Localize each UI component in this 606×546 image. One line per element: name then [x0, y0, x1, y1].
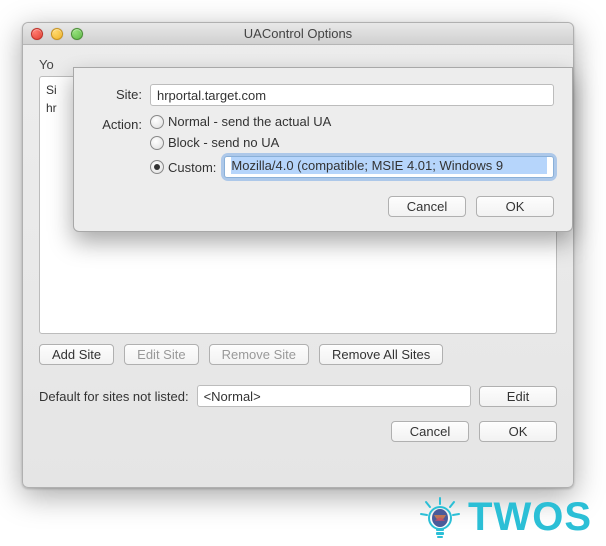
- site-dialog: Site: Action: Normal - send the actual U…: [73, 67, 573, 232]
- site-label: Site:: [92, 84, 150, 102]
- main-window: UAControl Options Yo Si hr Add Site Edit…: [22, 22, 574, 488]
- remove-site-button[interactable]: Remove Site: [209, 344, 309, 365]
- radio-custom-label[interactable]: Custom:: [168, 160, 216, 175]
- custom-ua-input[interactable]: Mozilla/4.0 (compatible; MSIE 4.01; Wind…: [224, 156, 554, 178]
- radio-custom[interactable]: [150, 160, 164, 174]
- action-label: Action:: [92, 114, 150, 132]
- custom-ua-value: Mozilla/4.0 (compatible; MSIE 4.01; Wind…: [231, 157, 547, 174]
- window-title: UAControl Options: [23, 26, 573, 41]
- traffic-lights: [31, 28, 83, 40]
- main-cancel-button[interactable]: Cancel: [391, 421, 469, 442]
- lightbulb-icon: [418, 496, 462, 540]
- titlebar: UAControl Options: [23, 23, 573, 45]
- default-ua-input[interactable]: [197, 385, 471, 407]
- dialog-ok-button[interactable]: OK: [476, 196, 554, 217]
- minimize-icon[interactable]: [51, 28, 63, 40]
- edit-site-button[interactable]: Edit Site: [124, 344, 198, 365]
- main-ok-button[interactable]: OK: [479, 421, 557, 442]
- default-label: Default for sites not listed:: [39, 389, 189, 404]
- radio-block-label[interactable]: Block - send no UA: [168, 135, 279, 150]
- dialog-cancel-button[interactable]: Cancel: [388, 196, 466, 217]
- add-site-button[interactable]: Add Site: [39, 344, 114, 365]
- radio-normal[interactable]: [150, 115, 164, 129]
- edit-default-button[interactable]: Edit: [479, 386, 557, 407]
- watermark-logo: TWOS: [418, 495, 592, 540]
- radio-normal-label[interactable]: Normal - send the actual UA: [168, 114, 331, 129]
- logo-text: TWOS: [468, 495, 592, 540]
- radio-block[interactable]: [150, 136, 164, 150]
- site-input[interactable]: [150, 84, 554, 106]
- close-icon[interactable]: [31, 28, 43, 40]
- zoom-icon[interactable]: [71, 28, 83, 40]
- remove-all-sites-button[interactable]: Remove All Sites: [319, 344, 443, 365]
